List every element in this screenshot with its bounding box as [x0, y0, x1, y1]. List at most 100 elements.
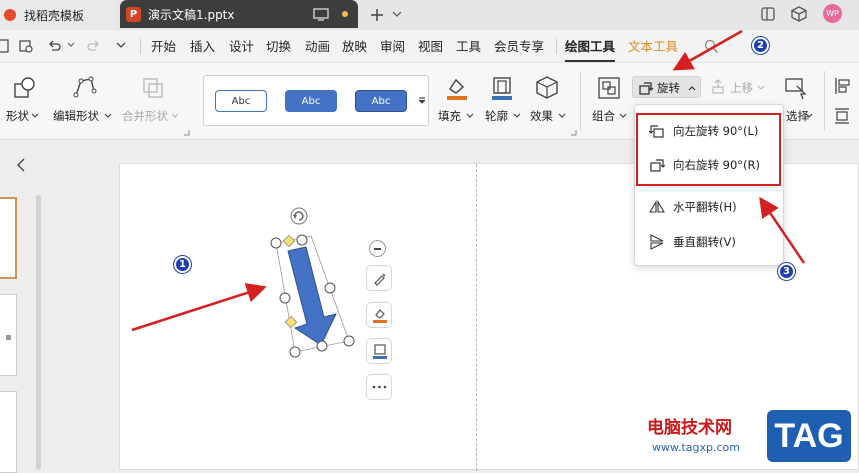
outline-color-button[interactable]	[366, 338, 392, 364]
divider	[140, 39, 141, 54]
flip-horizontal-icon	[649, 199, 665, 215]
new-tab-icon[interactable]	[369, 7, 385, 23]
shape-style-gallery: Abc Abc Abc	[203, 75, 429, 126]
menu-design[interactable]: 设计	[229, 30, 254, 63]
watermark-tag-logo: TAG	[767, 410, 851, 462]
chevron-down-icon	[619, 113, 627, 118]
chevron-down-icon	[513, 113, 521, 118]
tab-find-template[interactable]: 找稻壳模板	[0, 0, 115, 30]
tab-label: 演示文稿1.pptx	[148, 7, 235, 22]
move-up-button: 上移	[730, 81, 753, 95]
undo-icon[interactable]	[47, 39, 61, 53]
slide-thumbnail-panel	[0, 140, 46, 473]
shape-button[interactable]: 形状	[6, 108, 29, 124]
style-fill-border-sample[interactable]: Abc	[355, 90, 407, 112]
collapse-panel-icon[interactable]	[16, 158, 26, 172]
merge-shape-button: 合并形状	[122, 109, 168, 123]
group-icon[interactable]	[596, 75, 622, 101]
more-chevron-icon[interactable]	[116, 42, 126, 49]
menu-member[interactable]: 会员专享	[494, 30, 544, 63]
more-options-button[interactable]	[366, 374, 392, 400]
print-preview-icon[interactable]	[18, 39, 34, 53]
chevron-down-icon[interactable]	[392, 10, 402, 18]
group-button[interactable]: 组合	[592, 108, 615, 124]
search-icon[interactable]	[704, 39, 719, 54]
slide-thumbnail-3[interactable]	[0, 391, 17, 473]
effect-button[interactable]: 效果	[530, 108, 553, 124]
chevron-down-icon[interactable]	[67, 42, 75, 48]
chevron-up-icon	[688, 86, 696, 91]
watermark-site-name: 电脑技术网	[647, 418, 732, 438]
slide-thumbnail-1[interactable]	[0, 197, 17, 279]
divider	[556, 39, 557, 54]
distribute-icon[interactable]	[834, 107, 850, 125]
title-bar: 找稻壳模板 P 演示文稿1.pptx WP	[0, 0, 859, 30]
chevron-down-icon	[171, 113, 179, 118]
edit-shape-icon[interactable]	[72, 75, 98, 101]
arrow-shape[interactable]	[265, 200, 365, 360]
menu-view[interactable]: 视图	[418, 30, 443, 63]
scrollbar[interactable]	[36, 195, 41, 470]
menu-transition[interactable]: 切换	[266, 30, 291, 63]
edit-shape-button[interactable]: 编辑形状	[53, 108, 99, 124]
menu-review[interactable]: 审阅	[380, 30, 405, 63]
flip-vertical-item[interactable]: 垂直翻转(V)	[635, 228, 783, 256]
style-fill-sample[interactable]: Abc	[285, 90, 337, 112]
select-pane-icon[interactable]	[783, 75, 809, 101]
unsaved-dot-icon	[342, 11, 348, 17]
step-badge-2: 2	[752, 37, 769, 54]
gallery-more-icon[interactable]	[418, 97, 426, 105]
layout-icon[interactable]	[760, 6, 776, 22]
dialog-launcher-icon[interactable]	[183, 129, 190, 136]
cube-icon[interactable]	[790, 5, 808, 23]
outline-icon	[373, 344, 387, 359]
chevron-down-icon	[558, 113, 566, 118]
effect-icon[interactable]	[534, 75, 560, 101]
menu-bar: 开始 插入 设计 切换 动画 放映 审阅 视图 工具 会员专享 绘图工具 文本工…	[0, 30, 859, 63]
redo-icon[interactable]	[87, 39, 101, 53]
menu-slideshow[interactable]: 放映	[342, 30, 367, 63]
avatar[interactable]: WP	[823, 4, 842, 23]
slide-thumbnail-2[interactable]	[0, 294, 17, 376]
align-left-icon[interactable]	[834, 77, 850, 95]
minus-icon	[374, 248, 381, 250]
tab-label: 找稻壳模板	[24, 8, 85, 23]
bring-forward-icon	[712, 79, 724, 94]
chevron-down-icon	[31, 113, 39, 118]
fill-button[interactable]: 填充	[438, 108, 461, 124]
shape-icon[interactable]	[13, 76, 37, 100]
rotate-button[interactable]: 旋转	[632, 76, 701, 98]
brush-icon	[374, 273, 386, 286]
outline-button[interactable]: 轮廓	[485, 108, 508, 124]
chevron-down-icon	[757, 85, 765, 90]
menu-text-tools[interactable]: 文本工具	[628, 30, 678, 63]
rotate-handle-icon[interactable]	[288, 208, 289, 209]
menu-home[interactable]: 开始	[151, 30, 176, 63]
fill-color-button[interactable]	[366, 302, 392, 328]
fill-icon[interactable]	[444, 75, 470, 101]
thumb-mark	[6, 335, 11, 340]
ppt-file-icon: P	[126, 6, 141, 22]
flip-horizontal-item[interactable]: 水平翻转(H)	[635, 193, 783, 221]
menu-divider	[643, 187, 777, 188]
more-dots-icon	[372, 385, 387, 389]
collapse-toolbar-button[interactable]	[369, 240, 386, 257]
style-outline-sample[interactable]: Abc	[215, 90, 267, 112]
shape-style-button[interactable]	[366, 265, 392, 291]
menu-animation[interactable]: 动画	[305, 30, 330, 63]
dialog-launcher-icon[interactable]	[570, 129, 577, 136]
screen-icon[interactable]	[313, 8, 329, 21]
step-badge-3: 3	[778, 263, 795, 280]
menu-tools[interactable]: 工具	[456, 30, 481, 63]
chevron-down-icon	[466, 113, 474, 118]
chevron-down-icon	[805, 113, 813, 118]
divider	[580, 71, 581, 131]
file-icon[interactable]	[0, 38, 10, 54]
tab-document[interactable]: P 演示文稿1.pptx	[120, 0, 358, 28]
rotate-label: 旋转	[657, 81, 680, 95]
outline-icon[interactable]	[489, 75, 515, 101]
menu-insert[interactable]: 插入	[190, 30, 215, 63]
center-guide-line	[476, 164, 477, 471]
menu-drawing-tools[interactable]: 绘图工具	[565, 30, 616, 63]
watermark-url: www.tagxp.com	[652, 441, 740, 454]
